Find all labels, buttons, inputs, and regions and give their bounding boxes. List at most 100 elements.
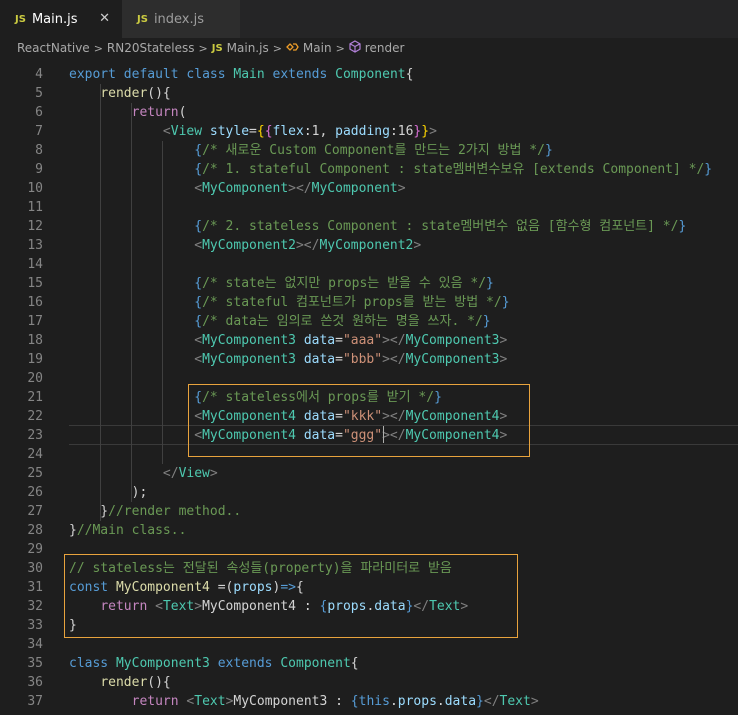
line-number: 4	[35, 67, 43, 82]
code-token: MyComponent4	[202, 428, 304, 443]
code-token: =	[335, 333, 343, 348]
line-number: 22	[27, 409, 43, 424]
code-token: data	[303, 428, 336, 443]
line-number: 6	[35, 105, 43, 120]
code-token: <	[194, 181, 203, 196]
code-line[interactable]: const MyComponent4 =(props)=>{	[69, 578, 304, 597]
line-number: 16	[27, 295, 43, 310]
code-editor[interactable]: 4 export default class Main extends Compo…	[0, 65, 738, 715]
code-token: MyComponent3	[202, 333, 304, 348]
code-token: /* 1. stateful Component : state멤버변수보유 […	[202, 162, 705, 177]
line-number: 7	[35, 124, 43, 139]
code-token: >	[499, 352, 508, 367]
code-line[interactable]: return(	[69, 103, 187, 122]
line-number: 21	[27, 390, 43, 405]
code-line[interactable]: export default class Main extends Compon…	[69, 65, 413, 84]
code-line[interactable]: );	[69, 483, 148, 502]
line-number: 25	[27, 466, 43, 481]
code-line[interactable]: {/* 2. stateless Component : state멤버변수 없…	[69, 217, 686, 236]
code-line[interactable]: <View style={{flex:1, padding:16}}>	[69, 122, 437, 141]
code-line[interactable]: {/* 1. stateful Component : state멤버변수보유 …	[69, 160, 712, 179]
code-line[interactable]: <MyComponent4 data="ggg"></MyComponent4>	[69, 426, 507, 445]
code-token: Main	[233, 67, 273, 82]
code-token: :16	[389, 124, 414, 139]
code-token: MyComponent4	[115, 580, 218, 595]
code-token: MyComponent2	[202, 238, 296, 253]
line-number: 36	[27, 675, 43, 690]
code-line[interactable]: {/* 새로운 Custom Component를 만드는 2가지 방법 */}	[69, 141, 553, 160]
code-token: {	[194, 390, 203, 405]
code-token: Text	[429, 599, 461, 614]
code-token: MyComponent3	[405, 333, 500, 348]
code-token: /* 새로운 Custom Component를 만드는 2가지 방법 */	[202, 143, 545, 158]
code-line[interactable]: {/* stateful 컴포넌트가 props를 받는 방법 */}	[69, 293, 509, 312]
code-token: </	[413, 599, 430, 614]
code-line[interactable]: {/* stateless에서 props를 받기 */}	[69, 388, 442, 407]
close-icon[interactable]: ✕	[99, 11, 110, 26]
code-line[interactable]: return <Text>MyComponent3 : {this.props.…	[69, 692, 539, 711]
code-line[interactable]: <MyComponent2></MyComponent2>	[69, 236, 421, 255]
code-line[interactable]: <MyComponent3 data="aaa"></MyComponent3>	[69, 331, 507, 350]
code-token: ></	[382, 409, 406, 424]
line-number: 23	[27, 428, 43, 443]
code-line[interactable]: }//render method..	[69, 502, 241, 521]
code-token: MyComponent4	[202, 409, 304, 424]
code-line[interactable]: // stateless는 전달된 속성들(property)을 파라미터로 받…	[69, 559, 452, 578]
code-line[interactable]: class MyComponent3 extends Component{	[69, 654, 359, 673]
code-token: }	[69, 523, 77, 538]
code-token: <	[162, 124, 171, 139]
code-token: "kkk"	[342, 409, 383, 424]
tab-main-js[interactable]: JS Main.js ✕	[0, 0, 122, 38]
code-line[interactable]: }	[69, 616, 77, 635]
code-line[interactable]: render(){	[69, 84, 170, 103]
text-cursor	[383, 426, 384, 443]
code-token: }	[482, 314, 491, 329]
code-token: extends	[217, 656, 281, 671]
code-token: <	[155, 599, 163, 614]
code-token: data	[374, 599, 406, 614]
code-token: (	[178, 105, 187, 120]
line-number: 34	[27, 637, 43, 652]
breadcrumb-item-file[interactable]: Main.js	[227, 41, 269, 55]
line-number: 30	[27, 561, 43, 576]
code-line[interactable]: {/* state는 없지만 props는 받을 수 있음 */}	[69, 274, 494, 293]
tab-label: index.js	[153, 11, 205, 27]
breadcrumb-item-folder[interactable]: RN20Stateless	[107, 41, 195, 55]
code-token: MyComponent3	[115, 656, 218, 671]
code-token: /* stateless에서 props를 받기 */	[202, 390, 435, 405]
class-symbol-icon	[286, 41, 299, 56]
breadcrumb-item-class[interactable]: Main	[303, 41, 332, 55]
code-token: .	[389, 694, 398, 709]
code-line[interactable]: <MyComponent4 data="kkk"></MyComponent4>	[69, 407, 507, 426]
code-token: <	[194, 428, 203, 443]
code-line[interactable]: <MyComponent></MyComponent>	[69, 179, 405, 198]
code-token: </	[483, 694, 500, 709]
code-token: {	[194, 162, 203, 177]
code-token: class	[186, 67, 234, 82]
breadcrumb-item-method[interactable]: render	[365, 41, 405, 55]
code-line[interactable]: return <Text>MyComponent4 : {props.data}…	[69, 597, 468, 616]
line-number: 19	[27, 352, 43, 367]
code-token: //Main class..	[76, 523, 187, 538]
breadcrumb-item-reactnative[interactable]: ReactNative	[17, 41, 90, 55]
line-number: 29	[27, 542, 43, 557]
code-token: /* stateful 컴포넌트가 props를 받는 방법 */	[202, 295, 502, 310]
code-line[interactable]: }//Main class..	[69, 521, 186, 540]
tab-index-js[interactable]: JS index.js	[122, 0, 240, 38]
code-line[interactable]: <MyComponent3 data="bbb"></MyComponent3>	[69, 350, 507, 369]
code-line[interactable]: </View>	[69, 464, 218, 483]
code-token: =	[217, 580, 226, 595]
code-token: <	[194, 333, 203, 348]
code-line[interactable]: {/* data는 임의로 쓴것 원하는 명을 쓰자. */}	[69, 312, 491, 331]
line-number: 20	[27, 371, 43, 386]
code-line[interactable]: render(){	[69, 673, 170, 692]
code-token: >	[413, 238, 422, 253]
